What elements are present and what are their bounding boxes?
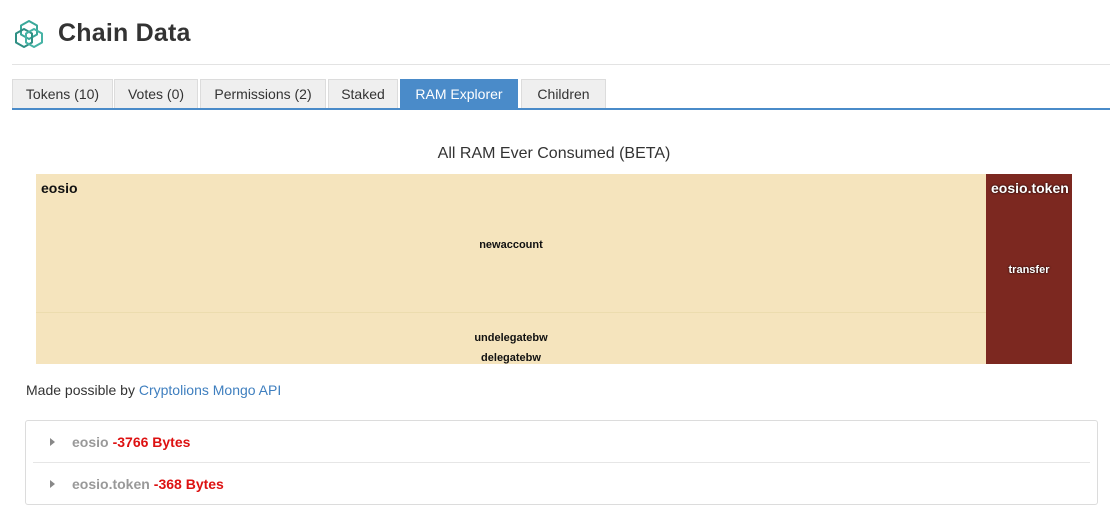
treemap-leaf-newaccount: newaccount bbox=[479, 239, 543, 251]
tab-tokens[interactable]: Tokens (10) bbox=[12, 79, 113, 108]
cryptolions-link[interactable]: Cryptolions Mongo API bbox=[139, 382, 281, 398]
treemap-cell-eosio-token[interactable]: eosio.token transfer bbox=[986, 174, 1072, 364]
ram-treemap: eosio newaccount undelegatebw delegatebw… bbox=[36, 174, 1072, 364]
treemap-leaf-undelegatebw: undelegatebw bbox=[474, 332, 548, 344]
treemap-title: All RAM Ever Consumed (BETA) bbox=[437, 145, 671, 162]
tab-ram-explorer[interactable]: RAM Explorer bbox=[400, 79, 518, 108]
account-bytes: -368 Bytes bbox=[153, 476, 224, 492]
tab-bar: Tokens (10) Votes (0) Permissions (2) St… bbox=[12, 79, 1110, 110]
tab-votes[interactable]: Votes (0) bbox=[114, 79, 198, 108]
credit-prefix: Made possible by bbox=[26, 382, 135, 398]
page-title: Chain Data bbox=[58, 18, 191, 47]
treemap-leaf-delegatebw: delegatebw bbox=[481, 352, 541, 364]
tab-staked[interactable]: Staked bbox=[328, 79, 398, 108]
treemap-divider bbox=[36, 312, 986, 313]
header-divider bbox=[12, 64, 1110, 65]
credit-line: Made possible by Cryptolions Mongo API bbox=[26, 382, 281, 398]
page-header: Chain Data bbox=[14, 18, 191, 48]
account-list: eosio -3766 Bytes eosio.token -368 Bytes bbox=[25, 420, 1098, 505]
account-row[interactable]: eosio.token -368 Bytes bbox=[33, 463, 1090, 505]
treemap-cell-eosio[interactable]: eosio newaccount undelegatebw delegatebw bbox=[36, 174, 986, 364]
account-name: eosio.token bbox=[72, 476, 150, 492]
treemap-group-label: eosio bbox=[41, 180, 78, 196]
tab-children[interactable]: Children bbox=[521, 79, 606, 108]
treemap-group-label: eosio.token bbox=[991, 180, 1069, 196]
hexagon-cubes-icon bbox=[15, 20, 43, 48]
account-row[interactable]: eosio -3766 Bytes bbox=[33, 421, 1090, 463]
caret-right-icon bbox=[50, 437, 55, 446]
treemap-leaf-transfer: transfer bbox=[1008, 264, 1050, 276]
caret-right-icon bbox=[50, 480, 55, 488]
tab-permissions[interactable]: Permissions (2) bbox=[200, 79, 326, 108]
account-bytes: -3766 Bytes bbox=[112, 433, 191, 450]
account-name: eosio bbox=[72, 433, 109, 450]
